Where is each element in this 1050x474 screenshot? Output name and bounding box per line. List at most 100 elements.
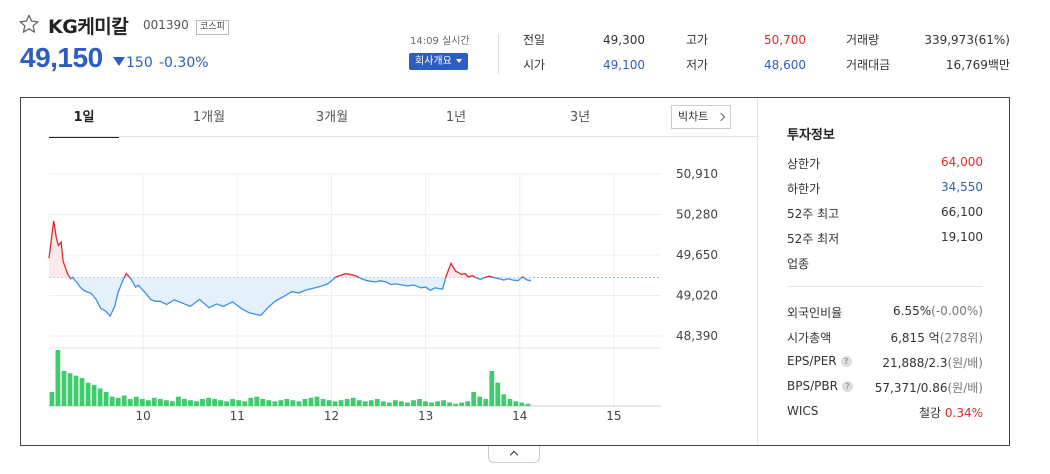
volume-bar: [525, 403, 531, 406]
invest-label: 상한가: [787, 157, 821, 171]
volume-bar: [405, 402, 410, 406]
wics-change: 0.34%: [944, 406, 983, 420]
volume-bar: [200, 399, 205, 406]
volume-bar: [507, 399, 513, 406]
invest-row: 상한가 64,000: [787, 155, 983, 171]
volume-bar: [374, 399, 380, 406]
invest-unit: (원/배): [947, 356, 984, 370]
invest-row: 하한가 34,550: [787, 180, 983, 196]
volume-bar: [188, 400, 193, 406]
volume-bar: [380, 401, 386, 406]
price-change: 150: [126, 55, 153, 71]
volume-bar: [206, 397, 211, 406]
volume-bar: [290, 400, 296, 406]
y-tick-label: 50,910: [676, 167, 718, 181]
volume-bar: [362, 401, 368, 406]
volume-bar: [266, 400, 272, 406]
volume-bar: [296, 401, 302, 406]
collapse-button[interactable]: [488, 446, 540, 463]
invest-value: 6.55%(-0.00%): [893, 304, 983, 318]
volume-bar: [212, 399, 217, 406]
volume-bar: [176, 396, 181, 406]
caret-down-icon: [455, 59, 462, 63]
volume-bar: [320, 399, 326, 406]
investment-info: 투자정보 상한가 64,000 하한가 34,550 52주 최고 66,100 52주 최…: [787, 124, 983, 420]
volume-bar: [73, 375, 79, 406]
invest-value-text: 57,371/0.86: [874, 381, 948, 395]
invest-label: EPS/PER?: [787, 354, 852, 368]
volume-bar: [103, 392, 109, 406]
company-overview-button[interactable]: 회사개요: [409, 53, 468, 70]
invest-value: 6,815 억(278위): [890, 329, 983, 346]
quote-value: 50,700: [764, 33, 806, 47]
invest-label: BPS/PBR?: [787, 379, 853, 393]
star-icon[interactable]: [18, 13, 40, 35]
invest-label-text: EPS/PER: [787, 354, 837, 368]
volume-bar: [513, 401, 519, 406]
volume-bar: [411, 400, 416, 406]
volume-bar: [501, 394, 507, 406]
volume-bar: [145, 400, 151, 406]
stock-header: KG케미칼 001390 코스피 49,150 150 -0.30% 14:09…: [0, 0, 1050, 96]
volume-bar: [121, 395, 127, 406]
volume-bar: [393, 400, 398, 406]
invest-label: 하한가: [787, 182, 821, 196]
wics-value: 철강 0.34%: [919, 404, 983, 421]
volume-bar: [417, 399, 422, 406]
volume-bar: [194, 401, 199, 406]
volume-bar: [85, 382, 91, 406]
market-badge: 코스피: [196, 20, 229, 35]
volume-bar: [489, 371, 495, 406]
volume-bar: [435, 401, 440, 406]
volume-bar: [423, 401, 428, 406]
stock-code: 001390: [143, 18, 189, 32]
volume-bar: [260, 399, 266, 406]
volume-bar: [67, 373, 73, 406]
chevron-up-icon: [509, 450, 519, 460]
volume-bar: [236, 400, 242, 406]
invest-label: 시가총액: [787, 329, 831, 346]
y-tick-label: 50,280: [676, 208, 718, 222]
company-overview-label: 회사개요: [415, 56, 452, 67]
volume-bar: [471, 392, 477, 406]
invest-value-text: 21,888/2.3: [882, 356, 948, 370]
x-tick-label: 13: [418, 409, 433, 423]
volume-bar: [338, 400, 344, 406]
stock-name: KG케미칼: [48, 16, 129, 38]
volume-bar: [302, 399, 308, 406]
volume-bar: [230, 399, 236, 406]
volume-bar: [332, 401, 338, 406]
volume-bar: [465, 401, 471, 406]
invest-label-text: 시가총액: [787, 331, 832, 345]
volume-bar: [495, 382, 501, 406]
volume-bar: [79, 378, 85, 406]
quote-value: 48,600: [764, 58, 806, 72]
volume-bar: [368, 400, 374, 406]
help-icon[interactable]: ?: [841, 381, 853, 392]
volume-bar: [109, 396, 115, 406]
volume-bar: [459, 402, 465, 406]
volume-bar: [91, 385, 97, 406]
volume-bar: [483, 399, 489, 406]
help-icon[interactable]: ?: [840, 356, 852, 367]
quote-label: 저가: [686, 58, 709, 72]
volume-bar: [164, 400, 169, 406]
volume-bar: [133, 396, 139, 406]
volume-bar: [272, 401, 278, 406]
x-tick-label: 11: [230, 409, 245, 423]
quote-label: 전일: [523, 33, 546, 47]
volume-bar: [170, 401, 175, 406]
realtime-timestamp: 14:09 실시간: [410, 36, 470, 47]
volume-bar: [61, 371, 67, 406]
invest-value: 57,371/0.86(원/배): [875, 379, 983, 396]
volume-bar: [49, 392, 55, 406]
invest-value: 64,000: [941, 155, 983, 169]
wics-sector[interactable]: 철강: [919, 406, 945, 420]
volume-bar: [127, 399, 133, 406]
volume-bar: [158, 399, 163, 406]
volume-bar: [254, 396, 260, 406]
invest-label: 업종: [787, 257, 810, 271]
wics-row: WICS 철강 0.34%: [787, 404, 983, 420]
volume-bar: [344, 399, 350, 406]
volume-bar: [447, 402, 452, 406]
